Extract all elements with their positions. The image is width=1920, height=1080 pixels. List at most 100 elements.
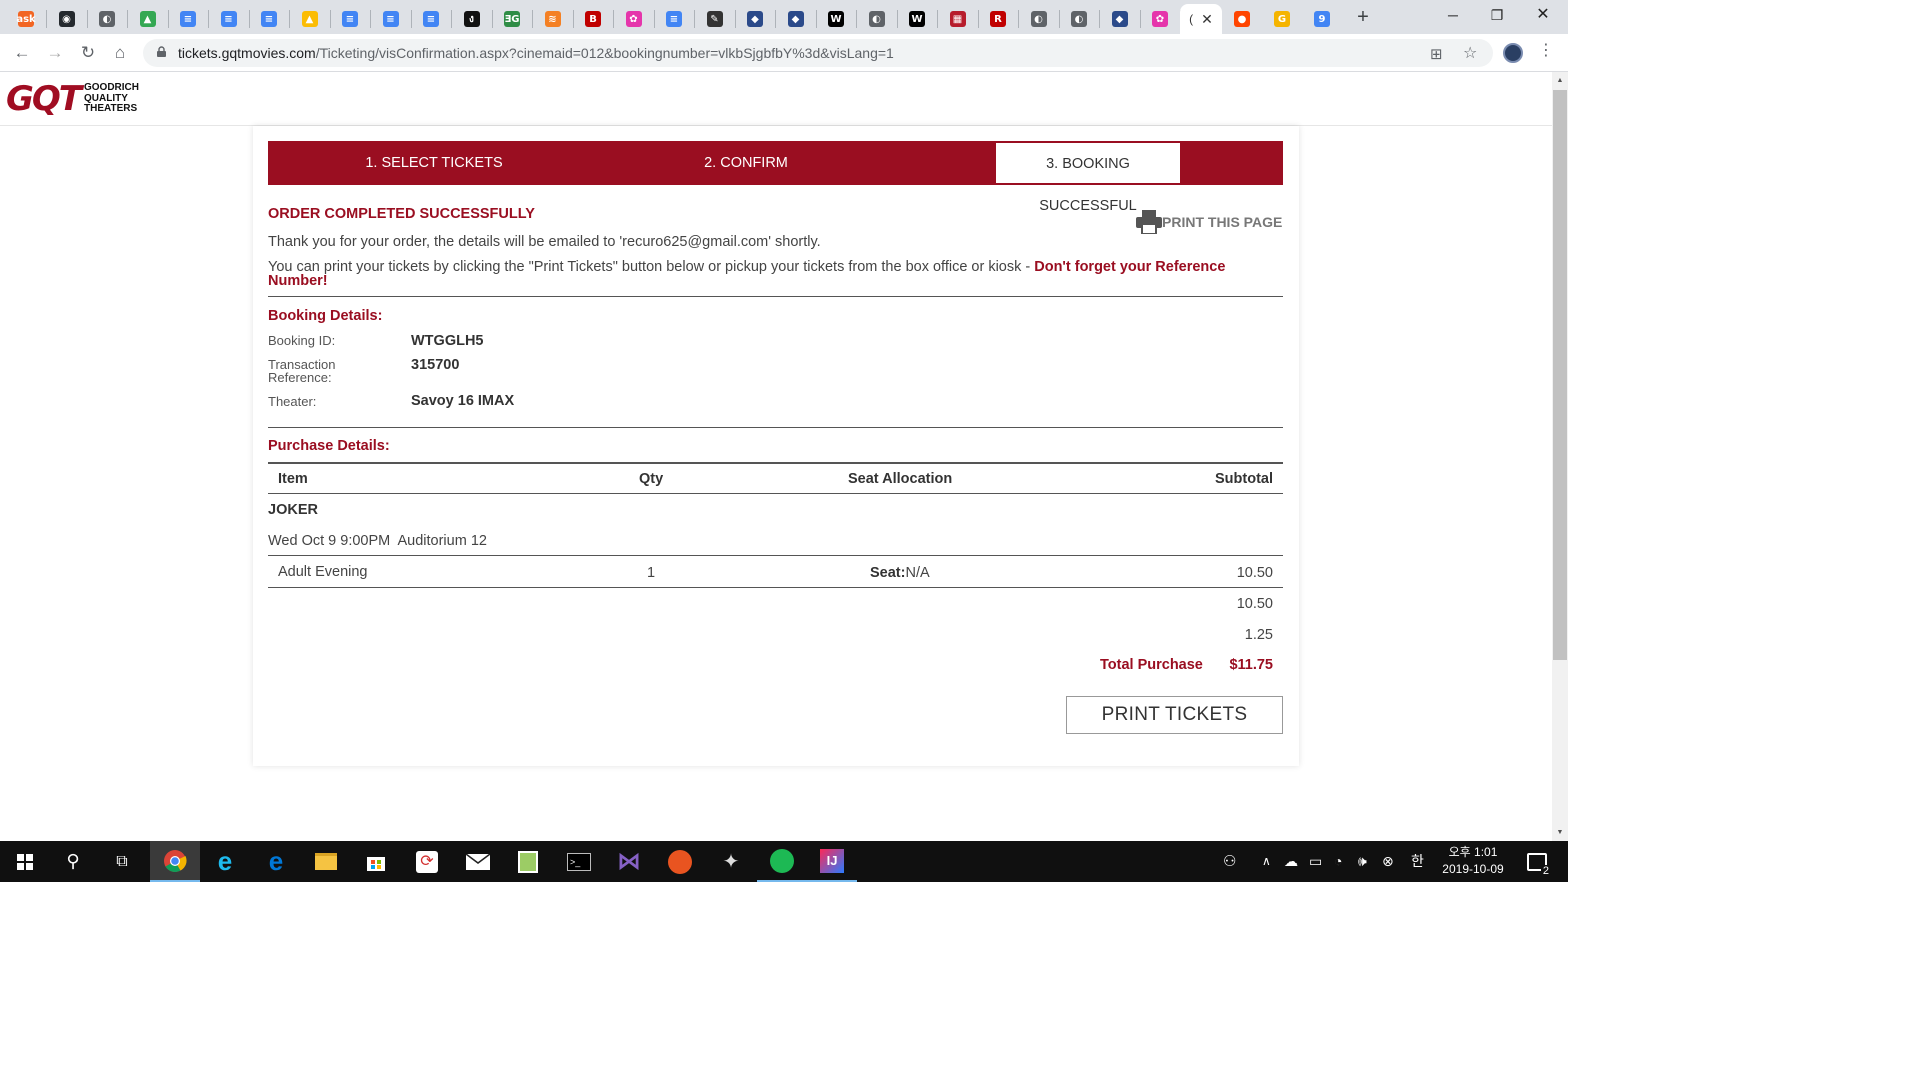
browser-tab[interactable]: ≡ [168, 4, 208, 34]
browser-tab[interactable]: ▦ [938, 4, 978, 34]
bookmark-star-icon[interactable]: ☆ [1463, 43, 1477, 63]
translate-icon[interactable]: ⊞ [1430, 45, 1443, 63]
scrollbar-thumb[interactable] [1553, 90, 1567, 660]
browser-tab[interactable]: ≋ [533, 4, 573, 34]
browser-tab[interactable]: ≡ [330, 4, 370, 34]
browser-menu-icon[interactable]: ⋮ [1538, 40, 1554, 60]
browser-tab[interactable]: ✿ [614, 4, 654, 34]
browser-tab[interactable]: ◆ [776, 4, 816, 34]
browser-tab[interactable]: W [816, 4, 856, 34]
home-button[interactable]: ⌂ [108, 41, 132, 65]
profile-avatar[interactable] [1503, 43, 1523, 63]
taskbar-intellij[interactable]: IJ [807, 841, 857, 882]
browser-tab[interactable]: ◉ [47, 4, 87, 34]
browser-tab[interactable]: R [978, 4, 1018, 34]
browser-tab[interactable]: ◐ [857, 4, 897, 34]
google-docs-icon: ≡ [382, 11, 399, 27]
taskbar-chrome[interactable] [150, 841, 200, 882]
browser-tab[interactable]: ✿ [1140, 4, 1180, 34]
taskbar-spotify[interactable] [757, 841, 807, 882]
browser-tab[interactable]: ask [6, 4, 46, 34]
browser-tab[interactable]: ◐ [87, 4, 127, 34]
swirl-icon: ง [463, 11, 480, 27]
browser-tab[interactable]: ≡ [209, 4, 249, 34]
address-bar[interactable]: tickets.gqtmovies.com/Ticketing/visConfi… [143, 39, 1493, 67]
network-error-icon[interactable]: ⊗ [1382, 841, 1394, 882]
scroll-down-arrow[interactable]: ▼ [1552, 826, 1568, 840]
browser-tab[interactable]: B [573, 4, 613, 34]
people-icon[interactable]: ⚇ [1223, 841, 1236, 882]
browser-tab[interactable]: ≡ [411, 4, 451, 34]
browser-tab[interactable]: 9 [1302, 4, 1342, 34]
taskbar-ubuntu[interactable] [655, 841, 705, 882]
volume-icon[interactable]: 🕪 [1358, 841, 1367, 882]
transaction-reference-label: Transaction Reference: [268, 358, 335, 384]
mail-icon [466, 853, 490, 870]
scroll-up-arrow[interactable]: ▲ [1552, 74, 1568, 88]
close-tab-icon[interactable]: ✕ [1201, 11, 1213, 28]
google-drive-icon: ▲ [301, 11, 318, 27]
browser-tab[interactable]: ≡ [249, 4, 289, 34]
tab-active[interactable]: ( ✕ [1180, 4, 1222, 34]
wifi-icon[interactable]: ◔ [1334, 841, 1342, 882]
browser-tab[interactable]: ≡ [371, 4, 411, 34]
taskbar-edge[interactable]: e [251, 841, 301, 882]
browser-tab[interactable]: ≡ [654, 4, 694, 34]
close-window-button[interactable]: ✕ [1520, 0, 1566, 30]
gqt-logo[interactable]: GQT [6, 80, 82, 118]
taskbar-explorer[interactable] [301, 841, 351, 882]
taskbar-inkscape[interactable]: ✦ [706, 841, 756, 882]
taskbar-notepad[interactable] [503, 841, 553, 882]
lock-icon[interactable] [157, 46, 166, 57]
thank-you-message: Thank you for your order, the details wi… [268, 234, 821, 250]
browser-tab[interactable]: ◐ [1019, 4, 1059, 34]
step-booking-successful: 3. BOOKING SUCCESSFUL [995, 142, 1181, 214]
intellij-icon: IJ [820, 848, 844, 873]
browser-tab[interactable]: ◐ [1059, 4, 1099, 34]
forward-button[interactable]: → [43, 41, 67, 65]
browser-tab[interactable]: ◆ [1100, 4, 1140, 34]
start-button[interactable] [0, 841, 50, 882]
url-text[interactable]: tickets.gqtmovies.com/Ticketing/visConfi… [178, 45, 894, 61]
browser-tab[interactable]: W [897, 4, 937, 34]
system-clock[interactable]: 오후 1:01 2019-10-09 [1438, 844, 1508, 878]
back-button[interactable]: ← [10, 41, 34, 65]
task-view-icon: ⧉ [116, 852, 128, 870]
ime-indicator[interactable]: 한 [1411, 841, 1424, 882]
order-success-heading: ORDER COMPLETED SUCCESSFULLY [268, 206, 535, 222]
google-docs-icon: ≡ [180, 11, 196, 27]
browser-tab[interactable]: ƎG [492, 4, 532, 34]
taskbar-visual-studio[interactable]: ⋈ [604, 841, 654, 882]
google-docs-icon: ≡ [220, 11, 237, 27]
reload-button[interactable]: ↻ [76, 41, 100, 65]
taskbar-store[interactable] [351, 841, 401, 882]
taskbar-ie[interactable]: e [200, 841, 250, 882]
print-page-link[interactable]: PRINT THIS PAGE [1136, 210, 1282, 234]
browser-tab[interactable]: ▲ [290, 4, 330, 34]
search-button[interactable]: ⚲ [48, 841, 98, 882]
notifications-button[interactable]: 2 [1514, 841, 1560, 882]
graphql-icon: ✿ [625, 11, 642, 27]
browser-tab[interactable]: ● [1222, 4, 1262, 34]
browser-tab[interactable]: ✎ [695, 4, 735, 34]
taskbar-terminal[interactable]: >_ [554, 841, 604, 882]
minimize-button[interactable]: ─ [1430, 0, 1476, 30]
taskbar-mail[interactable] [453, 841, 503, 882]
battery-icon[interactable]: ▭ [1309, 841, 1322, 882]
task-view-button[interactable]: ⧉ [97, 841, 147, 882]
browser-tab[interactable]: ง [452, 4, 492, 34]
grid-icon: ▦ [949, 11, 966, 27]
taskbar-sync-app[interactable]: ⟳ [402, 841, 452, 882]
print-tickets-button[interactable]: PRINT TICKETS [1066, 696, 1283, 734]
onedrive-icon[interactable]: ☁ [1284, 841, 1298, 882]
new-tab-button[interactable]: + [1352, 6, 1374, 28]
maximize-button[interactable]: ❐ [1474, 0, 1520, 30]
showtime: Wed Oct 9 9:00PM Auditorium 12 [268, 533, 487, 549]
windows-taskbar: ⚲ ⧉ e e ⟳ >_ ⋈ ✦ IJ ⚇ ∧ ☁ ▭ ◔ 🕪 ⊗ 한 오후 1… [0, 841, 1568, 882]
browser-tab[interactable]: ◆ [735, 4, 775, 34]
github-icon: ◉ [58, 11, 75, 27]
show-hidden-icons[interactable]: ∧ [1262, 841, 1271, 882]
browser-tab[interactable]: G [1262, 4, 1302, 34]
browser-tab[interactable]: ▲ [128, 4, 168, 34]
movie-title: JOKER [268, 502, 318, 518]
